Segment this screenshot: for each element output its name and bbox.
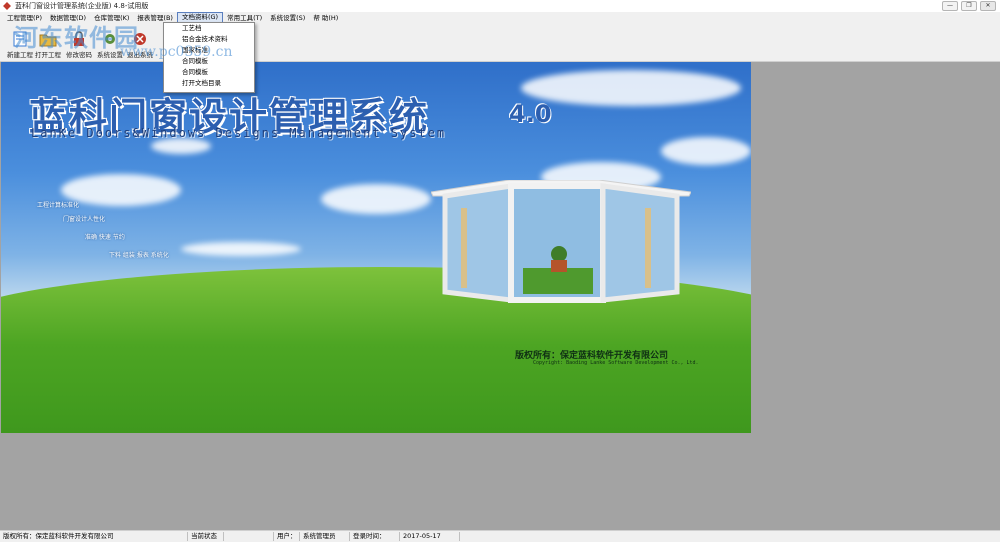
exit-icon (134, 33, 146, 45)
cloud (661, 137, 751, 165)
dropdown-item-open-folder[interactable]: 打开文档目录 (164, 78, 254, 89)
menu-help[interactable]: 帮 助(H) (309, 13, 342, 23)
minimize-button[interactable]: — (942, 1, 958, 11)
settings-icon (105, 34, 115, 44)
dropdown-item-national-standard[interactable]: 国家标准 (164, 45, 254, 56)
splash-subtitle: LanKe Doors&Windows Designs Management S… (31, 126, 447, 140)
window-controls: — ❐ ✕ (942, 1, 996, 11)
cloud (181, 242, 301, 256)
password-icon (74, 31, 84, 46)
feature-line: 工程计算标准化 (37, 202, 80, 209)
feature-line: 下料 组装 报表 系统化 (109, 252, 169, 259)
open-project-icon (39, 34, 57, 47)
status-copyright: 版权所有：保定蓝科软件开发有限公司 (0, 532, 188, 541)
feature-line: 准确 快速 节约 (85, 234, 125, 241)
feature-line: 门窗设计人性化 (63, 216, 106, 223)
maximize-button[interactable]: ❐ (961, 1, 977, 11)
splash-version: 4.0 (509, 100, 552, 128)
menu-settings[interactable]: 系统设置(S) (266, 13, 309, 23)
status-state-value (224, 532, 274, 541)
dropdown-item-contract-template[interactable]: 合同模板 (164, 56, 254, 67)
status-user-label: 用户： (274, 532, 300, 541)
window-title: 蓝科门窗设计管理系统(企业版) 4.8-试用版 (15, 2, 149, 10)
menu-tools[interactable]: 常用工具(T) (223, 13, 266, 23)
dropdown-item-contract-template-2[interactable]: 合同模板 (164, 67, 254, 78)
exit-system-label: 退出系统 (127, 51, 153, 59)
splash-image: 蓝科门窗设计管理系统 4.0 LanKe Doors&Windows Desig… (1, 62, 751, 433)
app-logo-icon (3, 2, 11, 10)
new-project-icon (13, 31, 27, 47)
change-password-label: 修改密码 (66, 51, 92, 59)
status-login-label: 登录时间： (350, 532, 400, 541)
cloud (321, 184, 431, 214)
bay-window-illustration (431, 180, 691, 303)
documents-dropdown: 工艺档 铝合金技术资料 国家标准 合同模板 合同模板 打开文档目录 (163, 22, 255, 93)
status-bar: 版权所有：保定蓝科软件开发有限公司 当前状态 用户： 系统管理员 登录时间： 2… (0, 530, 1000, 542)
menu-reports[interactable]: 报表管理(B) (133, 13, 177, 23)
toolbar: 新建工程 打开工程 修改密码 系统设置 退出系统 (0, 23, 1000, 62)
close-button[interactable]: ✕ (980, 1, 996, 11)
exit-system-button[interactable]: 退出系统 (122, 25, 158, 59)
menu-project[interactable]: 工程管理(P) (3, 13, 46, 23)
menu-warehouse[interactable]: 仓库管理(K) (90, 13, 133, 23)
dropdown-item-aluminum-tech[interactable]: 铝合金技术资料 (164, 34, 254, 45)
menu-data[interactable]: 数据管理(D) (46, 13, 90, 23)
status-state-label: 当前状态 (188, 532, 224, 541)
system-settings-label: 系统设置 (97, 51, 123, 59)
dropdown-item-process[interactable]: 工艺档 (164, 23, 254, 34)
menu-bar: 工程管理(P) 数据管理(D) 仓库管理(K) 报表管理(B) 文档资料(G) … (0, 11, 1000, 24)
status-user-value: 系统管理员 (300, 532, 350, 541)
status-login-value: 2017-05-17 (400, 532, 460, 541)
cloud (521, 70, 741, 106)
splash-copyright-en: Copyright: Baoding Lanke Software Develo… (533, 360, 699, 366)
open-project-label: 打开工程 (35, 51, 61, 59)
